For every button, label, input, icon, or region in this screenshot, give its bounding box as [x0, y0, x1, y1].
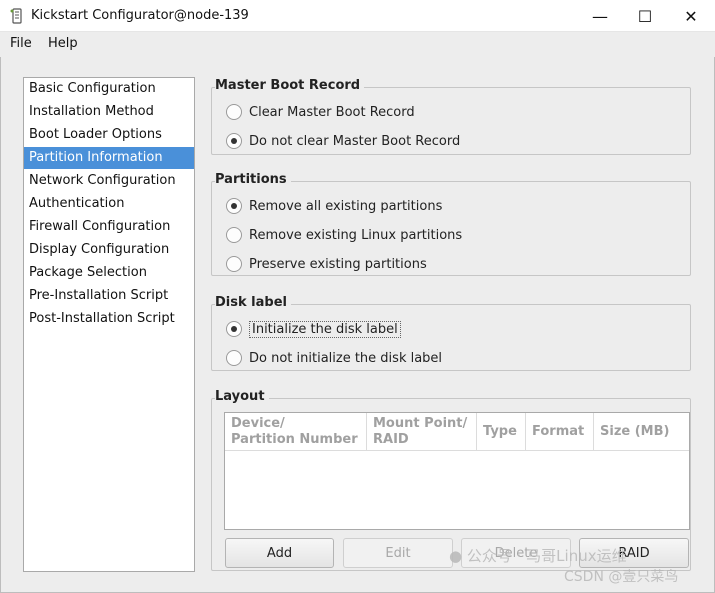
sidebar-item-package-selection[interactable]: Package Selection [24, 262, 194, 284]
sidebar-item-network-configuration[interactable]: Network Configuration [24, 170, 194, 192]
add-button[interactable]: Add [225, 538, 334, 568]
radio-button[interactable] [226, 256, 242, 272]
sidebar-item-authentication[interactable]: Authentication [24, 193, 194, 215]
partitions-option-preserve[interactable]: Preserve existing partitions [226, 253, 427, 275]
sidebar-item-basic-configuration[interactable]: Basic Configuration [24, 78, 194, 100]
watermark-text: 公众号 · 马哥Linux运维 [466, 547, 627, 565]
column-header-text: Device/ [231, 415, 285, 431]
app-icon [10, 8, 22, 24]
mbr-title: Master Boot Record [215, 78, 365, 93]
minimize-button[interactable]: — [577, 0, 623, 32]
close-icon: ✕ [684, 6, 698, 26]
sidebar-item-firewall-configuration[interactable]: Firewall Configuration [24, 216, 194, 238]
partition-table[interactable]: Device/Partition Number Mount Point/RAID… [224, 412, 690, 530]
maximize-button[interactable]: ☐ [622, 0, 668, 32]
minimize-icon: — [592, 6, 608, 26]
disk-label-title: Disk label [215, 295, 291, 310]
sidebar-item-boot-loader-options[interactable]: Boot Loader Options [24, 124, 194, 146]
sidebar-item-post-installation-script[interactable]: Post-Installation Script [24, 308, 194, 330]
radio-button[interactable] [226, 227, 242, 243]
radio-label: Remove all existing partitions [249, 198, 443, 214]
column-header-text: RAID [373, 431, 409, 447]
radio-button[interactable] [226, 104, 242, 120]
menu-bar: File Help [0, 32, 715, 57]
column-header-device[interactable]: Device/Partition Number [225, 413, 367, 451]
radio-label: Initialize the disk label [249, 320, 401, 338]
column-header-type[interactable]: Type [477, 413, 526, 451]
mbr-option-do-not-clear[interactable]: Do not clear Master Boot Record [226, 130, 460, 152]
menu-help[interactable]: Help [48, 36, 78, 51]
column-header-mount-point[interactable]: Mount Point/RAID [367, 413, 477, 451]
column-header-text: Partition Number [231, 431, 358, 447]
column-header-text: Size (MB) [600, 423, 670, 439]
radio-label: Clear Master Boot Record [249, 104, 415, 120]
radio-button[interactable] [226, 350, 242, 366]
radio-label: Do not initialize the disk label [249, 350, 443, 366]
watermark-csdn: CSDN @壹只菜鸟 [564, 569, 679, 585]
title-bar: Kickstart Configurator@node-139 — ☐ ✕ [0, 0, 715, 32]
mbr-option-clear[interactable]: Clear Master Boot Record [226, 101, 415, 123]
layout-title: Layout [215, 389, 269, 404]
column-header-text: Type [483, 423, 517, 439]
sidebar: Basic Configuration Installation Method … [23, 77, 195, 572]
column-header-format[interactable]: Format [526, 413, 594, 451]
partitions-title: Partitions [215, 172, 291, 187]
radio-label: Remove existing Linux partitions [249, 227, 463, 243]
column-header-text: Format [532, 423, 585, 439]
radio-button-checked[interactable] [226, 198, 242, 214]
column-header-text: Mount Point/ [373, 415, 468, 431]
maximize-icon: ☐ [637, 6, 653, 26]
sidebar-item-display-configuration[interactable]: Display Configuration [24, 239, 194, 261]
sidebar-item-installation-method[interactable]: Installation Method [24, 101, 194, 123]
window-title: Kickstart Configurator@node-139 [31, 8, 249, 23]
main-panel: Basic Configuration Installation Method … [0, 57, 715, 593]
partitions-option-remove-linux[interactable]: Remove existing Linux partitions [226, 224, 462, 246]
radio-label: Do not clear Master Boot Record [249, 133, 461, 149]
menu-file[interactable]: File [10, 36, 32, 51]
disk-label-option-initialize[interactable]: Initialize the disk label [226, 318, 401, 340]
sidebar-item-partition-information[interactable]: Partition Information [24, 147, 194, 169]
disk-label-option-do-not-initialize[interactable]: Do not initialize the disk label [226, 347, 442, 369]
edit-button[interactable]: Edit [343, 538, 453, 568]
close-button[interactable]: ✕ [668, 0, 714, 32]
column-header-size[interactable]: Size (MB) [594, 413, 689, 451]
radio-button-checked[interactable] [226, 133, 242, 149]
watermark-wechat: ● 公众号 · 马哥Linux运维 [449, 545, 627, 566]
sidebar-item-pre-installation-script[interactable]: Pre-Installation Script [24, 285, 194, 307]
radio-button-checked[interactable] [226, 321, 242, 337]
partitions-option-remove-all[interactable]: Remove all existing partitions [226, 195, 442, 217]
radio-label: Preserve existing partitions [249, 256, 427, 272]
wechat-icon: ● [449, 547, 463, 565]
